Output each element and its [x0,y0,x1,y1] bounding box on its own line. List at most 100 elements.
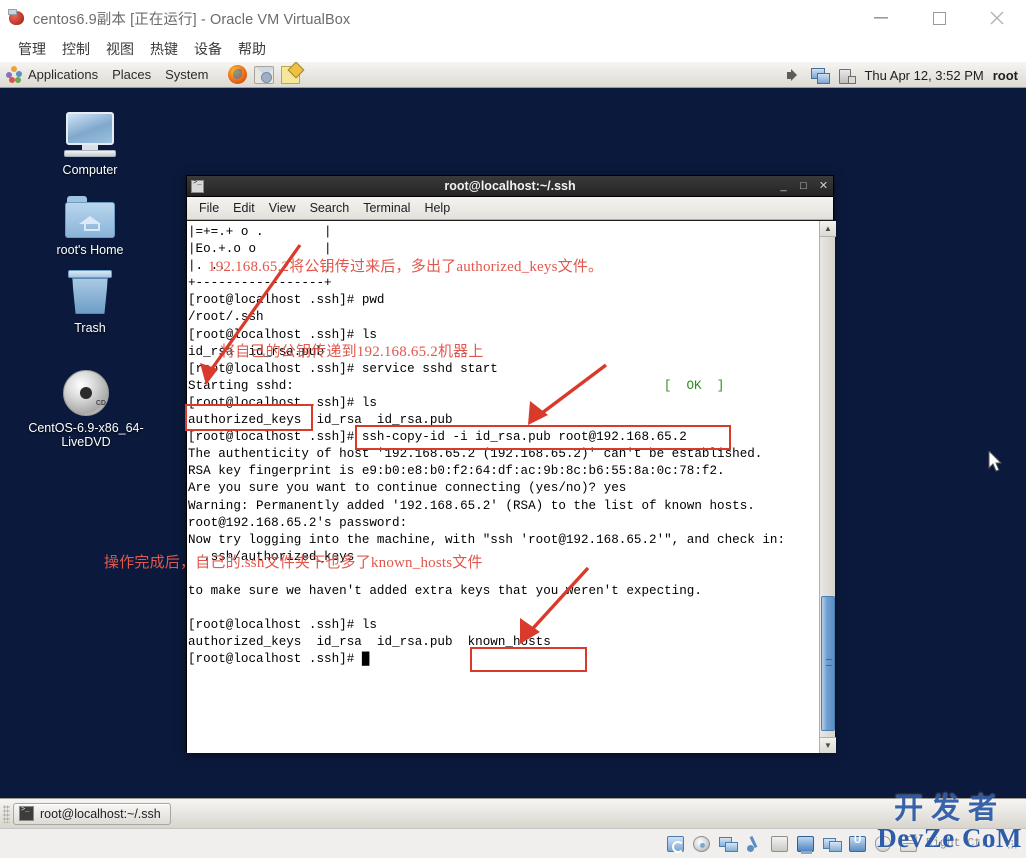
terminal-body[interactable]: |=+=.+ o . | |Eo.+.o o | |. .. | +------… [187,221,836,753]
status-badge-ok: [ OK ] [663,378,725,393]
terminal-menu-help[interactable]: Help [417,200,457,216]
desktop-icon-computer[interactable]: Computer [26,104,154,177]
terminal-icon [19,806,34,821]
terminal-menu-terminal[interactable]: Terminal [356,200,417,216]
panel-launchers [228,65,301,84]
terminal-menu-edit[interactable]: Edit [226,200,262,216]
desktop-icon-label: Computer [62,163,118,177]
panel-username[interactable]: root [993,68,1018,83]
panel-clock[interactable]: Thu Apr 12, 3:52 PM [864,68,983,83]
terminal-line: [root@localhost .ssh]# ssh-copy-id -i id… [188,430,687,445]
optical-disc-icon: CD [22,362,150,416]
taskbar-button-label: root@localhost:~/.ssh [40,806,161,821]
screenshot-root: centos6.9副本 [正在运行] - Oracle VM VirtualBo… [0,0,1026,858]
terminal-menu-view[interactable]: View [262,200,303,216]
vbox-menu-view[interactable]: 视图 [98,37,142,61]
resize-grip[interactable] [1007,838,1017,849]
terminal-line: |=+=.+ o . | [188,225,332,239]
hard-disk-icon[interactable] [666,835,684,853]
network-icon[interactable] [718,836,738,852]
panel-grip [3,804,10,823]
desktop-icon-trash[interactable]: Trash [26,262,154,335]
annotation-note-3: 操作完成后，自己的.ssh文件夹下也多了known_hosts文件 [104,555,483,571]
terminal-line: RSA key fingerprint is e9:b0:e8:b0:f2:64… [188,464,725,479]
mouse-cursor [988,451,1002,472]
desktop-icon-label: Trash [74,321,106,335]
firefox-icon[interactable] [228,65,248,84]
terminal-prompt-line: [root@localhost .ssh]# █ [187,651,819,668]
battery-icon[interactable] [838,68,857,84]
close-button[interactable]: ✕ [818,181,829,192]
desktop-icon-label: CentOS-6.9-x86_64-LiveDVD [28,421,144,449]
terminal-title: root@localhost:~/.ssh [444,179,576,193]
display-icon[interactable] [796,835,814,854]
mouse-icon[interactable] [874,835,891,852]
terminal-output[interactable]: |=+=.+ o . | |Eo.+.o o | |. .. | +------… [187,221,819,753]
statusbar-icon-group: Right Ctrl [666,835,1026,854]
terminal-line: [root@localhost .ssh]# ls [188,618,377,633]
trash-icon [26,262,154,316]
home-folder-icon [26,184,154,238]
virtualbox-menubar: 管理 控制 视图 热键 设备 帮助 [0,36,1026,62]
vbox-menu-manage[interactable]: 管理 [10,37,54,61]
host-key-label: Right Ctrl [925,837,995,850]
network-icon[interactable] [811,67,831,84]
terminal-menubar: File Edit View Search Terminal Help [187,197,833,220]
gnome-bottom-panel: root@localhost:~/.ssh [0,798,1026,828]
maximize-button[interactable] [910,0,968,36]
terminal-window-controls: _ □ ✕ [778,176,829,197]
scroll-up-arrow[interactable]: ▲ [820,221,836,237]
virtualbox-titlebar: centos6.9副本 [正在运行] - Oracle VM VirtualBo… [0,0,1026,36]
terminal-line: Warning: Permanently added '192.168.65.2… [188,498,755,513]
desktop-icon-livedvd[interactable]: CD CentOS-6.9-x86_64-LiveDVD [22,362,150,449]
minimize-button[interactable]: _ [778,181,789,192]
keyboard-icon[interactable] [899,835,917,852]
gnome-menu-applications[interactable]: Applications [28,67,98,82]
usb-icon[interactable] [745,836,762,852]
optical-disk-icon[interactable] [692,835,710,852]
terminal-menu-search[interactable]: Search [303,200,357,216]
terminal-line: authorized_keys id_rsa id_rsa.pub [188,413,453,428]
terminal-menu-file[interactable]: File [192,200,226,216]
gnome-menu-places[interactable]: Places [112,67,151,82]
evolution-icon[interactable] [254,65,275,84]
virtualbox-statusbar: Right Ctrl [0,828,1026,858]
gnome-foot-icon [6,66,23,83]
terminal-line: to make sure we haven't added extra keys… [188,583,702,598]
terminal-line: +-----------------+ [188,276,332,291]
vbox-menu-control[interactable]: 控制 [54,37,98,61]
terminal-icon [191,179,204,193]
terminal-line: authorized_keys id_rsa id_rsa.pub known_… [188,635,551,650]
virtualbox-icon [8,9,26,27]
shared-folder-icon[interactable] [770,835,788,852]
scrollbar-thumb[interactable] [821,596,835,731]
maximize-button[interactable]: □ [798,181,809,192]
gnome-menu-system[interactable]: System [165,67,208,82]
terminal-line: /root/.ssh [188,310,264,325]
terminal-line-text: Starting sshd: [188,378,294,393]
terminal-prompt-text: [root@localhost .ssh]# [188,652,362,667]
close-button[interactable] [968,0,1026,36]
terminal-line: root@192.168.65.2's password: [188,515,408,530]
terminal-line: Now try logging into the machine, with "… [188,532,786,547]
terminal-cursor: █ [361,652,370,667]
taskbar-button-terminal[interactable]: root@localhost:~/.ssh [13,802,171,825]
desktop-icon-root-home[interactable]: root's Home [26,184,154,257]
window-capture-icon[interactable] [822,836,842,852]
minimize-button[interactable] [852,0,910,36]
terminal-line: Are you sure you want to continue connec… [188,481,627,496]
guest-screen: Applications Places System Thu Apr 12, 3… [0,62,1026,828]
desktop-icon-label: root's Home [56,243,124,257]
annotation-note-1: 192.168.65.2将公钥传过来后，多出了authorized_keys文件… [208,259,604,275]
terminal-scrollbar[interactable]: ▲ ▼ [819,221,836,753]
cpu-icon[interactable] [848,835,866,852]
notes-icon[interactable] [281,65,301,84]
scroll-down-arrow[interactable]: ▼ [820,737,836,753]
terminal-line: [root@localhost .ssh]# ls [188,395,377,410]
vbox-menu-help[interactable]: 帮助 [230,37,274,61]
vbox-menu-hotkey[interactable]: 热键 [142,37,186,61]
terminal-titlebar[interactable]: root@localhost:~/.ssh _ □ ✕ [187,176,833,197]
vbox-menu-devices[interactable]: 设备 [186,37,230,61]
volume-icon[interactable] [787,68,802,82]
